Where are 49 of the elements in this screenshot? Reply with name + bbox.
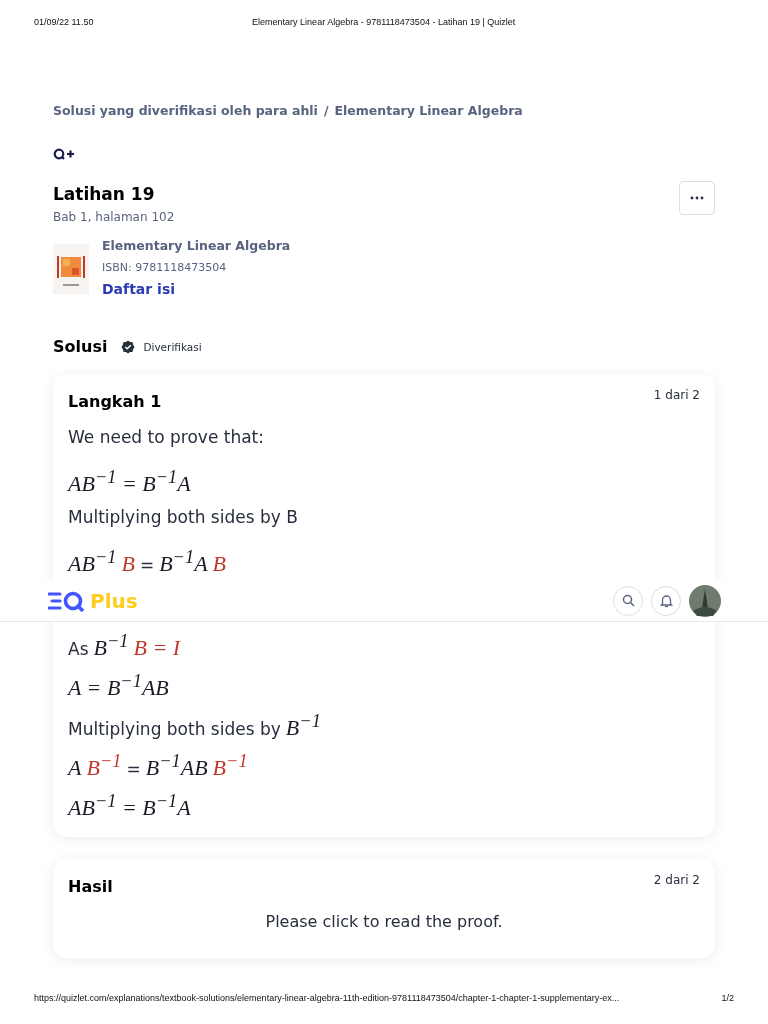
step-text: We need to prove that:	[68, 426, 264, 449]
math-expression: A = B$^{−1}$AB	[68, 670, 169, 703]
math-expression: B$^{−1}$	[285, 710, 321, 743]
math-expression: AB$^{−1}$ = B$^{−1}$A	[68, 790, 191, 823]
book-title: Elementary Linear Algebra	[102, 238, 291, 253]
search-button[interactable]	[613, 585, 643, 616]
bell-icon	[659, 593, 673, 608]
exercise-title: Latihan 19	[53, 184, 156, 204]
step-counter: 2 dari 2	[653, 873, 700, 887]
logo-text: Plus	[90, 588, 138, 613]
math-expression: B	[121, 550, 135, 579]
math-expression: B = I	[133, 634, 181, 663]
book-isbn: ISBN: 9781118473504	[102, 261, 228, 274]
step-text: =	[126, 758, 141, 782]
step-counter: 1 dari 2	[653, 388, 700, 402]
math-expression: B$^{−1}$	[86, 750, 122, 783]
table-of-contents-link[interactable]: Daftar isi	[102, 281, 291, 297]
math-expression: B$^{−1}$	[93, 630, 129, 663]
step-text: Multiplying both sides by B	[68, 506, 298, 529]
plus-logo-icon	[53, 148, 75, 160]
step-title: Hasil	[68, 877, 113, 896]
print-url: https://quizlet.com/explanations/textbook-solutions/elementary-linear-algebra-11th-edition-9781118473504/chapter-1-chapter-1-supplementary-ex...	[34, 993, 620, 1003]
step-text: As	[68, 638, 89, 662]
breadcrumb-link[interactable]: Elementary Linear Algebra	[334, 103, 523, 118]
breadcrumb-link[interactable]: Solusi yang diverifikasi oleh para ahli	[53, 103, 318, 118]
math-expression: B	[212, 550, 227, 579]
math-expression: AB$^{−1}$	[68, 546, 117, 579]
breadcrumb-separator: /	[323, 103, 329, 118]
math-expression: A	[68, 754, 82, 783]
verified-badge-icon	[121, 339, 136, 354]
step-text: =	[139, 554, 155, 578]
book-cover-icon	[53, 244, 89, 294]
more-icon	[690, 196, 704, 200]
print-page-number: 1/2	[721, 993, 734, 1003]
print-title: Elementary Linear Algebra - 9781118473504 - Latihan 19 | Quizlet	[252, 17, 516, 27]
math-expression: B$^{−1}$A	[159, 546, 208, 579]
print-date: 01/09/22 11.50	[34, 17, 94, 27]
search-icon	[621, 594, 635, 607]
solution-title: Solusi	[53, 337, 108, 356]
notifications-button[interactable]	[651, 585, 681, 616]
step-title: Langkah 1	[68, 392, 162, 411]
math-expression: B$^{−1}$AB	[145, 750, 208, 783]
math-expression: B$^{−1}$	[212, 750, 248, 783]
step-text: Multiplying both sides by	[68, 718, 281, 742]
exercise-subtitle: Bab 1, halaman 102	[53, 210, 175, 224]
verified-label: Diverifikasi	[143, 340, 202, 353]
step-text: Please click to read the proof.	[265, 911, 503, 933]
avatar-icon[interactable]	[689, 584, 721, 617]
math-expression: AB$^{−1}$ = B$^{−1}$A	[68, 466, 191, 499]
